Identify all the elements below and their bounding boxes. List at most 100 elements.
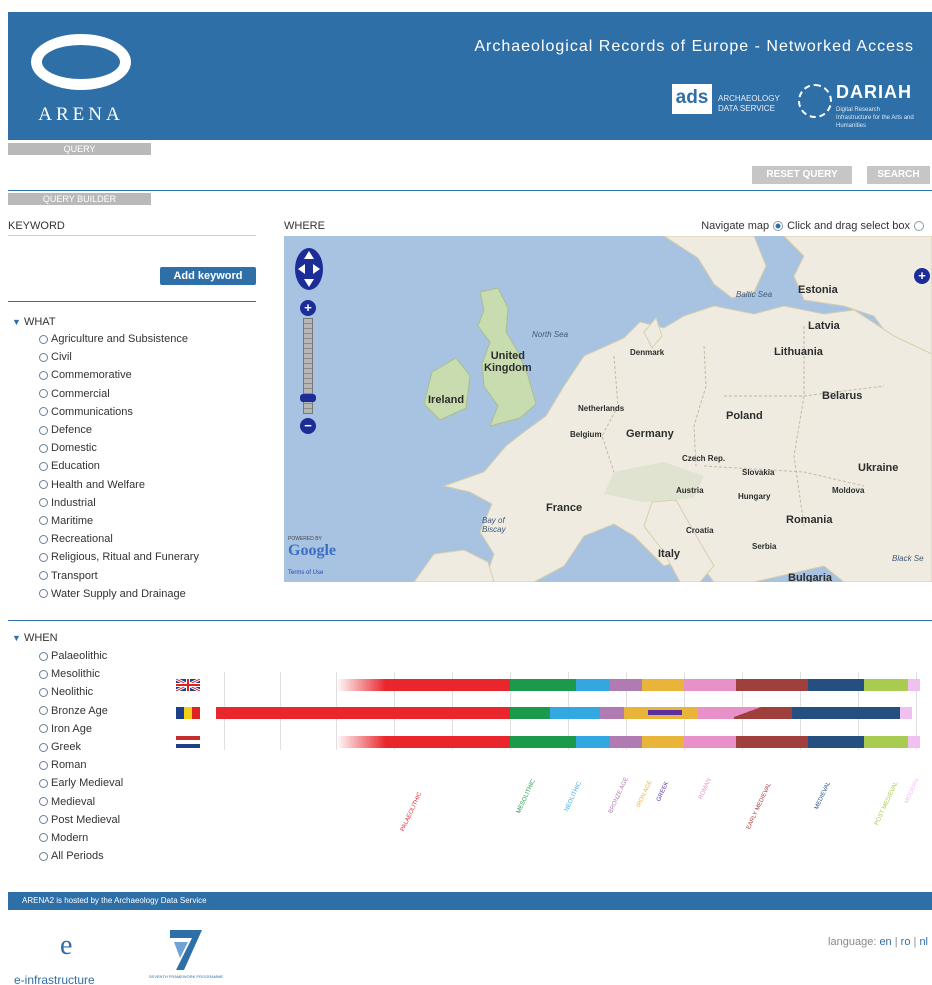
what-radio[interactable] — [39, 389, 48, 399]
search-button[interactable]: SEARCH — [867, 166, 930, 184]
romania-bronze-age-band[interactable] — [600, 707, 624, 719]
uk-palaeolithic-band[interactable] — [336, 679, 510, 691]
what-radio[interactable] — [39, 534, 48, 544]
romania-medieval-band[interactable] — [792, 707, 900, 719]
select-box-radio[interactable] — [914, 221, 924, 231]
what-option[interactable]: Recreational — [39, 530, 199, 548]
what-option[interactable]: Civil — [39, 348, 199, 366]
tab-query-builder[interactable]: QUERY BUILDER — [8, 193, 151, 205]
what-option[interactable]: Water Supply and Drainage — [39, 585, 199, 603]
when-option[interactable]: Iron Age — [39, 720, 123, 738]
uk-flag-icon[interactable] — [176, 679, 200, 691]
uk-post-medieval-band[interactable] — [864, 679, 908, 691]
nl-modern-band[interactable] — [908, 736, 920, 748]
when-option[interactable]: Medieval — [39, 793, 123, 811]
romania-roman-band[interactable] — [698, 707, 734, 719]
fp7-logo[interactable]: SEVENTH FRAMEWORK PROGRAMME — [148, 928, 224, 985]
what-option[interactable]: Commercial — [39, 385, 199, 403]
when-option[interactable]: Greek — [39, 738, 123, 756]
netherlands-flag-icon[interactable] — [176, 736, 200, 748]
language-ro-link[interactable]: ro — [901, 936, 911, 948]
zoom-in-button[interactable]: + — [300, 300, 316, 316]
uk-mesolithic-band[interactable] — [510, 679, 576, 691]
when-option[interactable]: Bronze Age — [39, 702, 123, 720]
romania-modern-band[interactable] — [900, 707, 912, 719]
what-option[interactable]: Industrial — [39, 494, 199, 512]
what-radio[interactable] — [39, 407, 48, 417]
what-radio[interactable] — [39, 571, 48, 581]
romania-early-medieval-band[interactable] — [734, 707, 792, 719]
uk-early-medieval-band[interactable] — [736, 679, 808, 691]
what-option[interactable]: Maritime — [39, 512, 199, 530]
when-radio[interactable] — [39, 742, 48, 752]
what-option[interactable]: Commemorative — [39, 366, 199, 384]
romania-neolithic-band[interactable] — [550, 707, 600, 719]
uk-neolithic-band[interactable] — [576, 679, 610, 691]
what-radio[interactable] — [39, 480, 48, 490]
arena-logo[interactable]: ARENA — [26, 34, 136, 125]
pan-control[interactable] — [292, 246, 326, 292]
when-radio[interactable] — [39, 815, 48, 825]
what-radio[interactable] — [39, 334, 48, 344]
zoom-out-button[interactable]: − — [300, 418, 316, 434]
what-radio[interactable] — [39, 516, 48, 526]
zoom-slider-handle[interactable] — [300, 394, 316, 402]
what-radio[interactable] — [39, 425, 48, 435]
what-radio[interactable] — [39, 498, 48, 508]
nl-palaeolithic-band[interactable] — [336, 736, 510, 748]
what-option[interactable]: Health and Welfare — [39, 476, 199, 494]
uk-bronze-age-band[interactable] — [610, 679, 642, 691]
language-en-link[interactable]: en — [879, 936, 891, 948]
e-infrastructure-logo[interactable]: e e-infrastructure — [14, 930, 124, 985]
when-radio[interactable] — [39, 797, 48, 807]
nl-early-medieval-band[interactable] — [736, 736, 808, 748]
what-radio[interactable] — [39, 352, 48, 362]
romania-palaeolithic-band[interactable] — [216, 707, 510, 719]
when-radio[interactable] — [39, 778, 48, 788]
nl-bronze-age-band[interactable] — [610, 736, 642, 748]
when-option[interactable]: Modern — [39, 829, 123, 847]
ads-partner-logo[interactable]: ads ARCHAEOLOGY DATA SERVICE — [672, 84, 792, 124]
tab-query[interactable]: QUERY — [8, 143, 151, 155]
when-radio[interactable] — [39, 760, 48, 770]
uk-modern-band[interactable] — [908, 679, 920, 691]
when-radio[interactable] — [39, 651, 48, 661]
when-option[interactable]: Mesolithic — [39, 665, 123, 683]
nl-iron-age-band[interactable] — [642, 736, 684, 748]
europe-map[interactable]: Estonia Baltic Sea Latvia North Sea Unit… — [284, 236, 932, 582]
what-radio[interactable] — [39, 443, 48, 453]
what-option[interactable]: Defence — [39, 421, 199, 439]
what-toggle[interactable]: ▼ WHAT — [12, 316, 56, 328]
when-option[interactable]: Early Medieval — [39, 774, 123, 792]
what-option[interactable]: Religious, Ritual and Funerary — [39, 548, 199, 566]
romania-mesolithic-band[interactable] — [510, 707, 550, 719]
when-radio[interactable] — [39, 833, 48, 843]
add-keyword-button[interactable]: Add keyword — [160, 267, 256, 285]
when-radio[interactable] — [39, 687, 48, 697]
nl-roman-band[interactable] — [684, 736, 736, 748]
dariah-partner-logo[interactable]: DARIAH Digital Research Infrastructure f… — [798, 80, 928, 130]
what-radio[interactable] — [39, 461, 48, 471]
what-radio[interactable] — [39, 552, 48, 562]
when-option[interactable]: Roman — [39, 756, 123, 774]
what-option[interactable]: Agriculture and Subsistence — [39, 330, 199, 348]
keyword-input[interactable] — [8, 235, 256, 255]
romania-greek-band[interactable] — [648, 710, 682, 715]
reset-query-button[interactable]: RESET QUERY — [752, 166, 852, 184]
when-option[interactable]: Neolithic — [39, 683, 123, 701]
what-radio[interactable] — [39, 370, 48, 380]
what-option[interactable]: Transport — [39, 566, 199, 584]
when-radio[interactable] — [39, 724, 48, 734]
map-expand-button[interactable]: + — [914, 268, 930, 284]
when-toggle[interactable]: ▼ WHEN — [12, 632, 58, 644]
nl-neolithic-band[interactable] — [576, 736, 610, 748]
when-radio[interactable] — [39, 669, 48, 679]
google-logo[interactable]: Google — [288, 542, 336, 560]
nl-post-medieval-band[interactable] — [864, 736, 908, 748]
when-radio[interactable] — [39, 706, 48, 716]
when-option[interactable]: Palaeolithic — [39, 647, 123, 665]
navigate-map-radio[interactable] — [773, 221, 784, 231]
when-option[interactable]: Post Medieval — [39, 811, 123, 829]
nl-mesolithic-band[interactable] — [510, 736, 576, 748]
what-option[interactable]: Education — [39, 457, 199, 475]
